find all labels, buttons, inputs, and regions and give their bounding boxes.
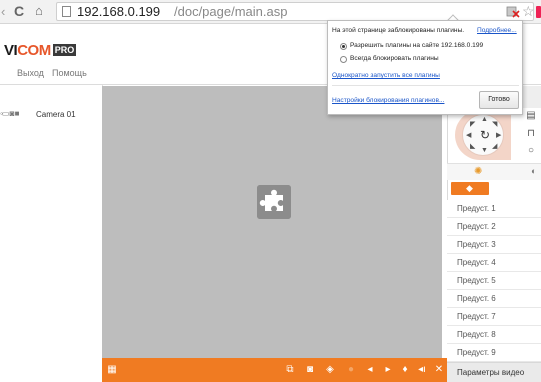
preset-label: Предуст. 4 [457, 258, 496, 267]
close-icon[interactable]: ✕ [433, 364, 445, 376]
popup-message: На этой странице заблокированы плагины. [332, 27, 465, 34]
prev-icon[interactable]: ◂ [364, 364, 376, 376]
home-icon[interactable]: ⌂ [35, 3, 49, 19]
stop-icon[interactable]: ● [345, 364, 357, 376]
video-viewport[interactable] [102, 86, 442, 358]
ptz-down-left-icon[interactable]: ◣ [470, 143, 475, 151]
camera-tree-item[interactable]: Camera 01 [36, 110, 76, 119]
popup-divider [332, 85, 519, 86]
ptz-up-right-icon[interactable]: ◥ [492, 121, 497, 129]
snapshot-icon[interactable]: ◙ [304, 364, 316, 376]
done-button[interactable]: Готово [479, 91, 519, 109]
preset-label: Предуст. 3 [457, 240, 496, 249]
video-params-button[interactable]: Параметры видео [447, 362, 541, 382]
ptz-focus-icon[interactable]: ⊓ [525, 128, 537, 140]
manage-plugins-link[interactable]: Настройки блокирования плагинов... [332, 97, 444, 104]
url-host: 192.168.0.199 [77, 4, 161, 19]
next-icon[interactable]: ▸ [382, 364, 394, 376]
light-icon[interactable]: ✺ [474, 166, 482, 177]
preset-icon: ◆ [466, 183, 473, 193]
ptz-control: ▲ ▼ ◀ ▶ ◤ ◥ ◣ ◢ ↻ [455, 110, 511, 160]
block-plugins-radio[interactable] [340, 56, 347, 63]
video-params-label: Параметры видео [457, 368, 525, 377]
allow-plugins-radio[interactable] [340, 43, 347, 50]
page-icon [62, 6, 71, 17]
logo-vi: VI [4, 42, 18, 59]
block-plugins-label[interactable]: Всегда блокировать плагины [350, 55, 439, 62]
preset-item[interactable]: Предуст. 5 [447, 272, 541, 290]
ptz-aux-row [447, 164, 541, 180]
preset-item[interactable]: Предуст. 7 [447, 308, 541, 326]
ptz-down-icon[interactable]: ▼ [481, 147, 488, 155]
bookmark-star-icon[interactable]: ☆ [522, 3, 535, 19]
camera-tree-icons[interactable]: ◦▭ ◙ ■ [0, 109, 34, 121]
microphone-icon[interactable]: ♦ [399, 364, 411, 376]
nav-logout[interactable]: Выход [17, 68, 44, 78]
preset-item[interactable]: Предуст. 3 [447, 236, 541, 254]
volume-icon[interactable]: ◂ı [416, 364, 428, 376]
ptz-auto-icon[interactable]: ↻ [479, 129, 491, 141]
preset-label: Предуст. 7 [457, 312, 496, 321]
ptz-direction-ring: ▲ ▼ ◀ ▶ ◤ ◥ ◣ ◢ ↻ [462, 114, 504, 156]
run-once-link[interactable]: Однократно запустить все плагины [332, 72, 440, 79]
logo: VICOM PRO [4, 42, 77, 59]
preset-item[interactable]: Предуст. 9 [447, 344, 541, 362]
reload-icon[interactable]: C [14, 3, 28, 19]
preset-tab-button[interactable]: ◆ [451, 182, 489, 195]
preset-item[interactable]: Предуст. 8 [447, 326, 541, 344]
ptz-left-icon[interactable]: ◀ [466, 132, 471, 140]
preset-label: Предуст. 9 [457, 348, 496, 357]
url-path: /doc/page/main.asp [174, 4, 288, 19]
ptz-iris-icon[interactable]: ○ [525, 145, 537, 157]
ptz-zoom-icon[interactable]: ▤ [525, 110, 537, 122]
back-icon[interactable]: ‹ [1, 4, 11, 20]
extension-icon[interactable] [536, 6, 541, 18]
ptz-right-icon[interactable]: ▶ [496, 132, 501, 140]
address-bar[interactable]: 192.168.0.199 /doc/page/main.asp ☆ [56, 2, 535, 21]
ptz-down-right-icon[interactable]: ◢ [492, 143, 497, 151]
ptz-up-icon[interactable]: ▲ [481, 116, 488, 124]
plugin-blocked-popup: На этой странице заблокированы плагины. … [327, 20, 523, 115]
logo-com: COM [17, 42, 51, 59]
logo-pro: PRO [52, 44, 77, 56]
blocked-plugin-icon[interactable] [506, 5, 520, 18]
preset-label: Предуст. 2 [457, 222, 496, 231]
wiper-icon[interactable]: ◐ [531, 166, 536, 176]
grid-icon[interactable]: ▦ [106, 364, 118, 376]
learn-more-link[interactable]: Подробнее... [477, 27, 517, 34]
record-icon[interactable]: ◈ [324, 364, 336, 376]
missing-plugin-icon [257, 185, 291, 219]
preset-label: Предуст. 6 [457, 294, 496, 303]
preset-item[interactable]: Предуст. 2 [447, 218, 541, 236]
preset-item[interactable]: Предуст. 1 [447, 200, 541, 218]
nav-help[interactable]: Помощь [52, 68, 87, 78]
preset-label: Предуст. 1 [457, 204, 496, 213]
allow-plugins-label[interactable]: Разрешить плагины на сайте 192.168.0.199 [350, 42, 483, 49]
full-screen-icon[interactable]: ⧉ [284, 364, 296, 376]
preset-item[interactable]: Предуст. 4 [447, 254, 541, 272]
preset-label: Предуст. 8 [457, 330, 496, 339]
preset-item[interactable]: Предуст. 6 [447, 290, 541, 308]
preset-label: Предуст. 5 [457, 276, 496, 285]
video-toolbar: ▦ ⧉ ◙ ◈ ● ◂ ▸ ♦ ◂ı ✕ [102, 358, 447, 382]
ptz-up-left-icon[interactable]: ◤ [470, 121, 475, 129]
